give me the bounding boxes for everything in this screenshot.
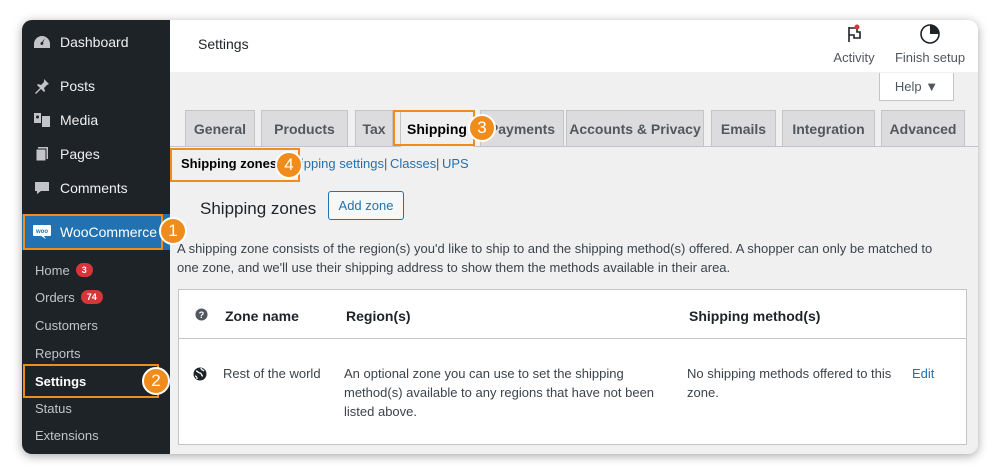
sidebar-item-media[interactable]: Media — [22, 103, 170, 137]
tab-tax[interactable]: Tax — [355, 110, 393, 146]
count-badge: 3 — [75, 263, 93, 277]
sidebar-item-dashboard[interactable]: Dashboard — [22, 25, 170, 59]
media-icon — [32, 110, 52, 130]
subnav-separator: | — [384, 156, 388, 171]
submenu-item-status[interactable]: Status — [22, 395, 170, 421]
submenu-item-reports[interactable]: Reports — [22, 340, 170, 366]
column-header-regions: Region(s) — [346, 308, 411, 324]
tab-advanced[interactable]: Advanced — [881, 110, 965, 146]
flag-icon — [824, 22, 884, 46]
sidebar-item-label: WooCommerce — [60, 224, 157, 240]
sidebar-item-label: Comments — [60, 180, 128, 196]
sidebar-item-label: Dashboard — [60, 34, 129, 50]
top-header: Settings Activity Finish setup — [170, 20, 978, 72]
svg-text:?: ? — [199, 310, 205, 320]
section-heading: Shipping zones — [200, 199, 317, 218]
help-icon[interactable]: ? — [195, 308, 208, 326]
table-divider — [179, 338, 966, 339]
callout-badge-4: 4 — [275, 151, 303, 179]
tab-products[interactable]: Products — [261, 110, 348, 146]
subnav-ups[interactable]: UPS — [442, 156, 469, 171]
section-description: A shipping zone consists of the region(s… — [177, 241, 933, 275]
submenu-label: Status — [35, 400, 72, 416]
submenu-label: Reports — [35, 345, 81, 361]
finish-setup-label: Finish setup — [894, 50, 966, 65]
tab-integration[interactable]: Integration — [782, 110, 875, 146]
zone-name-cell[interactable]: Rest of the world — [223, 364, 343, 383]
callout-badge-2: 2 — [142, 367, 170, 395]
submenu-label: Settings — [35, 373, 87, 389]
column-header-zone-name: Zone name — [225, 308, 299, 324]
submenu-item-extensions[interactable]: Extensions — [22, 422, 170, 448]
submenu-item-customers[interactable]: Customers — [22, 312, 170, 338]
edit-link[interactable]: Edit — [912, 364, 934, 383]
tab-emails[interactable]: Emails — [711, 110, 776, 146]
submenu-label: Orders — [35, 289, 75, 305]
app-window: Dashboard Posts Media Pages Comments woo… — [22, 20, 978, 454]
add-zone-button[interactable]: Add zone — [328, 191, 404, 220]
comments-icon — [32, 178, 52, 198]
tab-accounts-privacy[interactable]: Accounts & Privacy — [566, 110, 704, 146]
sidebar-item-label: Pages — [60, 146, 100, 162]
callout-badge-1: 1 — [159, 217, 187, 245]
dashboard-icon — [32, 32, 52, 52]
count-badge: 74 — [80, 290, 103, 304]
shipping-zones-table: ? Zone name Region(s) Shipping method(s)… — [178, 289, 967, 445]
sidebar-item-posts[interactable]: Posts — [22, 69, 170, 103]
page-title: Settings — [198, 36, 249, 52]
settings-tabs: General Products Tax Shipping Payments A… — [170, 110, 978, 147]
woo-icon: woo — [32, 222, 52, 242]
activity-label: Activity — [833, 50, 875, 65]
svg-text:woo: woo — [35, 229, 48, 235]
tab-shipping[interactable]: Shipping — [400, 110, 474, 147]
progress-circle-icon — [890, 22, 970, 46]
submenu-item-orders[interactable]: Orders 74 — [22, 284, 170, 310]
pages-icon — [32, 144, 52, 164]
subnav-shipping-zones[interactable]: Shipping zones — [181, 156, 277, 171]
sidebar-item-label: Posts — [60, 78, 96, 94]
activity-button[interactable]: Activity — [824, 22, 884, 65]
regions-cell: An optional zone you can use to set the … — [344, 366, 655, 419]
methods-cell: No shipping methods offered to this zone… — [687, 366, 892, 400]
sidebar-item-comments[interactable]: Comments — [22, 171, 170, 205]
callout-badge-3: 3 — [468, 114, 496, 142]
tab-general[interactable]: General — [185, 110, 255, 146]
sidebar-item-label: Media — [60, 112, 99, 128]
help-button[interactable]: Help ▼ — [879, 73, 954, 101]
pin-icon — [32, 76, 52, 96]
sidebar-item-pages[interactable]: Pages — [22, 137, 170, 171]
subnav-separator: | — [436, 156, 440, 171]
subnav-classes[interactable]: Classes — [390, 156, 436, 171]
sidebar-item-woocommerce[interactable]: woo WooCommerce — [22, 214, 170, 250]
column-header-shipping-methods: Shipping method(s) — [689, 308, 821, 324]
finish-setup-button[interactable]: Finish setup — [890, 22, 970, 65]
submenu-item-home[interactable]: Home 3 — [22, 257, 170, 283]
submenu-label: Customers — [35, 317, 98, 333]
submenu-label: Extensions — [35, 427, 99, 443]
globe-icon — [193, 367, 207, 386]
submenu-label: Home — [35, 262, 70, 278]
